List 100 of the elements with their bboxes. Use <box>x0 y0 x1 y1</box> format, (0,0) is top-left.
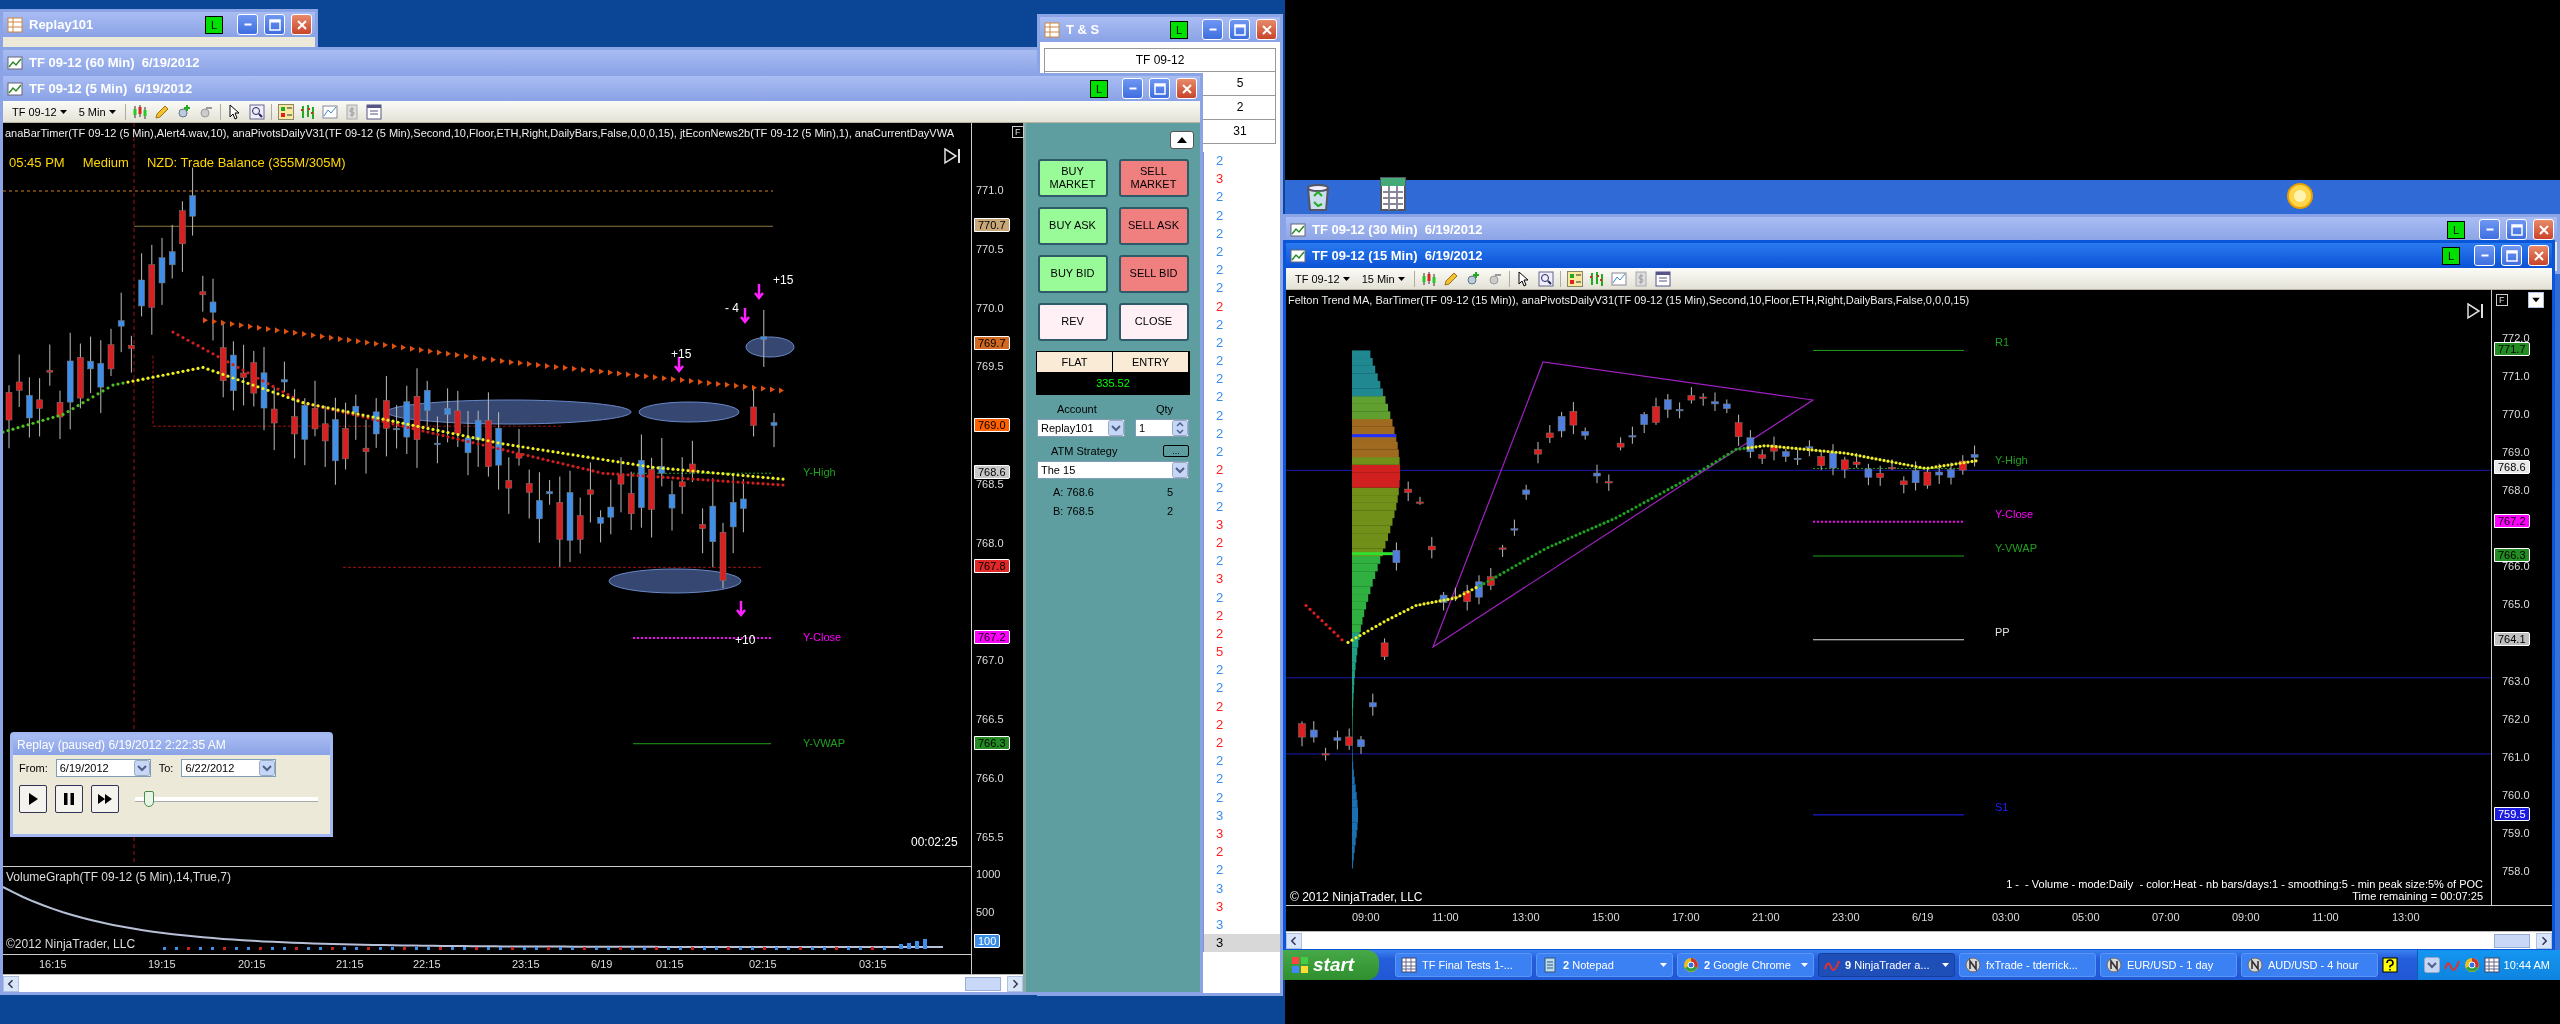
tick-size[interactable]: 3 <box>1204 570 1280 589</box>
tick-size[interactable]: 2 <box>1204 752 1280 771</box>
tick-size[interactable]: 3 <box>1204 934 1280 953</box>
buy-button[interactable]: BUY BID <box>1037 255 1108 293</box>
table-header: TF 09-12 <box>1044 48 1276 72</box>
instrument-dropdown[interactable]: TF 09-12 <box>1292 272 1353 285</box>
taskbar-button[interactable]: TF Final Tests 1-... <box>1395 953 1532 977</box>
axis-label: 1000 <box>976 868 1001 880</box>
tick-size[interactable]: 2 <box>1204 606 1280 625</box>
tick-size[interactable]: 2 <box>1204 443 1280 462</box>
axis-label: 13:00 <box>2392 911 2420 923</box>
tick-size[interactable]: 3 <box>1204 515 1280 534</box>
axis-label: 09:00 <box>2232 911 2260 923</box>
taskbar-button[interactable]: 2 Notepad <box>1536 953 1673 977</box>
tick-size[interactable]: 2 <box>1204 661 1280 680</box>
tick-size[interactable]: 3 <box>1204 806 1280 825</box>
flag-button[interactable]: F <box>2496 294 2508 306</box>
sell-button[interactable]: SELL MARKET <box>1118 159 1189 197</box>
order-quantity: 2 <box>1166 505 1173 517</box>
level-label: Y-High <box>1995 454 2028 467</box>
tick-size[interactable]: 2 <box>1204 242 1280 262</box>
from-date-field[interactable]: 6/19/2012 <box>55 759 151 777</box>
axis-label: 766.0 <box>976 772 1004 784</box>
trade-label: - 4 <box>725 301 739 315</box>
price-tag: 771.7 <box>2494 342 2530 357</box>
window-title: Replay (paused) 6/19/2012 2:22:35 AM <box>17 738 226 752</box>
tick-size[interactable]: 2 <box>1204 461 1280 480</box>
price-tag: 759.5 <box>2494 806 2530 821</box>
tick-size[interactable]: 2 <box>1204 424 1280 443</box>
tick-size[interactable]: 3 <box>1204 879 1280 898</box>
price-tag: 769.7 <box>974 335 1010 350</box>
level-label: Y-VWAP <box>803 736 845 749</box>
tick-size[interactable]: 2 <box>1204 152 1280 171</box>
taskbar-button[interactable]: AUD/USD - 4 hour <box>2241 953 2378 977</box>
tick-size[interactable]: 3 <box>1204 897 1280 916</box>
axis-label: 768.0 <box>2502 484 2530 497</box>
tick-size[interactable]: 2 <box>1204 533 1280 553</box>
tick-size[interactable]: 5 <box>1204 643 1280 662</box>
tick-size[interactable]: 2 <box>1204 370 1280 389</box>
tick-size[interactable]: 2 <box>1204 788 1280 807</box>
tick-size[interactable]: 2 <box>1204 479 1280 498</box>
interval-dropdown[interactable]: 15 Min <box>1358 272 1408 285</box>
atm-strategy-dropdown[interactable]: The 15 <box>1037 461 1189 479</box>
tick-size[interactable]: 3 <box>1204 915 1280 935</box>
tick-size[interactable]: 2 <box>1204 279 1280 298</box>
price-tag: 767.2 <box>2494 513 2530 528</box>
instrument-dropdown[interactable]: TF 09-12 <box>9 105 70 118</box>
axis-label: 23:00 <box>1832 911 1860 923</box>
flag-button[interactable]: F <box>1012 126 1024 138</box>
tick-size[interactable]: 2 <box>1204 624 1280 644</box>
axis-label: 21:00 <box>1752 911 1780 923</box>
action-button[interactable]: CLOSE <box>1118 303 1189 341</box>
axis-label: 770.0 <box>2502 408 2530 421</box>
sell-button[interactable]: SELL BID <box>1118 255 1189 293</box>
quantity-field[interactable]: 1 <box>1135 419 1189 437</box>
tick-size[interactable]: 2 <box>1204 224 1280 243</box>
tick-size[interactable]: 2 <box>1204 679 1280 698</box>
tick-size[interactable]: 2 <box>1204 388 1280 407</box>
start-button[interactable]: start <box>1283 950 1379 980</box>
tick-size[interactable]: 2 <box>1204 697 1280 716</box>
axis-label: 19:15 <box>148 958 176 970</box>
window-title: Replay101 <box>29 17 94 32</box>
tick-size[interactable]: 2 <box>1204 497 1280 516</box>
copyright-text: ©2012 NinjaTrader, LLC <box>6 937 136 951</box>
axis-label: 769.5 <box>976 360 1004 373</box>
tick-size[interactable]: 2 <box>1204 206 1280 225</box>
tick-size[interactable]: 2 <box>1204 297 1280 316</box>
tick-size[interactable]: 2 <box>1204 188 1280 207</box>
buy-button[interactable]: BUY ASK <box>1037 207 1108 245</box>
tick-size[interactable]: 2 <box>1204 715 1280 734</box>
more-button[interactable]: ... <box>1163 445 1189 457</box>
taskbar-button[interactable]: fxTrade - tderrick... <box>1959 953 2096 977</box>
order-price: B: 768.5 <box>1053 505 1094 517</box>
buy-button[interactable]: BUY MARKET <box>1037 159 1108 197</box>
taskbar-button[interactable]: 9 NinjaTrader a... <box>1818 953 1955 977</box>
tick-size[interactable]: 2 <box>1204 261 1280 280</box>
tick-size[interactable]: 3 <box>1204 170 1280 189</box>
tick-size[interactable]: 2 <box>1204 843 1280 862</box>
sell-button[interactable]: SELL ASK <box>1118 207 1189 245</box>
tick-size[interactable]: 2 <box>1204 588 1280 607</box>
tick-size[interactable]: 2 <box>1204 315 1280 334</box>
taskbar-button[interactable]: 2 Google Chrome <box>1677 953 1814 977</box>
tick-size[interactable]: 2 <box>1204 352 1280 371</box>
tick-size[interactable]: 2 <box>1204 861 1280 880</box>
taskbar-button[interactable]: EUR/USD - 1 day <box>2100 953 2237 977</box>
tick-size[interactable]: 2 <box>1204 770 1280 789</box>
tick-size[interactable]: 3 <box>1204 824 1280 844</box>
link-button[interactable]: L <box>2442 246 2460 265</box>
to-date-field[interactable]: 6/22/2012 <box>181 759 277 777</box>
tick-size[interactable]: 2 <box>1204 734 1280 753</box>
price-tag: 770.7 <box>974 218 1010 233</box>
axis-label: 771.0 <box>2502 370 2530 383</box>
tick-size[interactable]: 2 <box>1204 406 1280 425</box>
axis-label: 760.0 <box>2502 788 2530 801</box>
action-button[interactable]: REV <box>1037 303 1108 341</box>
axis-label: 765.0 <box>2502 598 2530 611</box>
interval-dropdown[interactable]: 5 Min <box>75 105 119 118</box>
tick-size[interactable]: 2 <box>1204 333 1280 353</box>
tick-size[interactable]: 2 <box>1204 552 1280 571</box>
account-dropdown[interactable]: Replay101 <box>1037 419 1125 437</box>
